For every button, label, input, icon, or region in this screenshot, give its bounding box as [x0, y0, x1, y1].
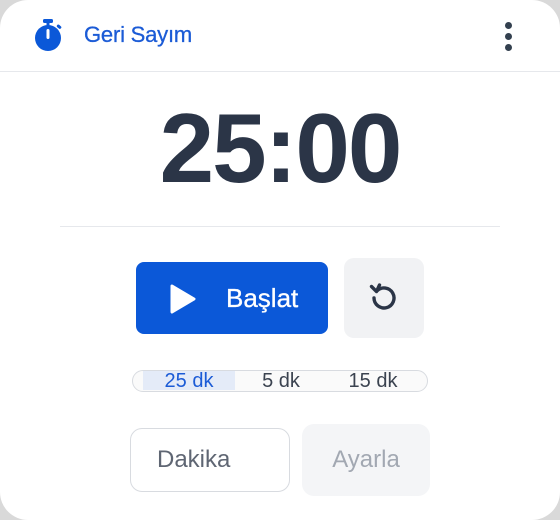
more-options-button[interactable] [492, 18, 524, 54]
set-button[interactable]: Ayarla [302, 424, 430, 496]
more-vertical-icon [504, 21, 512, 29]
preset-selector: 25 dk 5 dk 15 dk [132, 370, 428, 392]
start-button-label: Başlat [226, 283, 299, 313]
reset-button[interactable] [344, 258, 424, 338]
divider [60, 226, 500, 227]
app-title: Geri Sayım [84, 22, 193, 47]
start-button[interactable]: Başlat [136, 262, 328, 334]
stopwatch-icon [35, 19, 62, 51]
app-header: Geri Sayım [0, 0, 560, 72]
preset-5-min[interactable]: 5 dk [235, 371, 327, 391]
timer-card: Geri Sayım 25:00 Başlat 25 dk 5 dk 15 dk… [0, 0, 560, 520]
preset-15-min[interactable]: 15 dk [327, 371, 419, 391]
minutes-input[interactable] [130, 428, 290, 492]
reset-icon [369, 283, 396, 310]
preset-25-min[interactable]: 25 dk [143, 371, 235, 391]
time-display: 25:00 [159, 93, 403, 203]
play-icon [170, 284, 196, 314]
